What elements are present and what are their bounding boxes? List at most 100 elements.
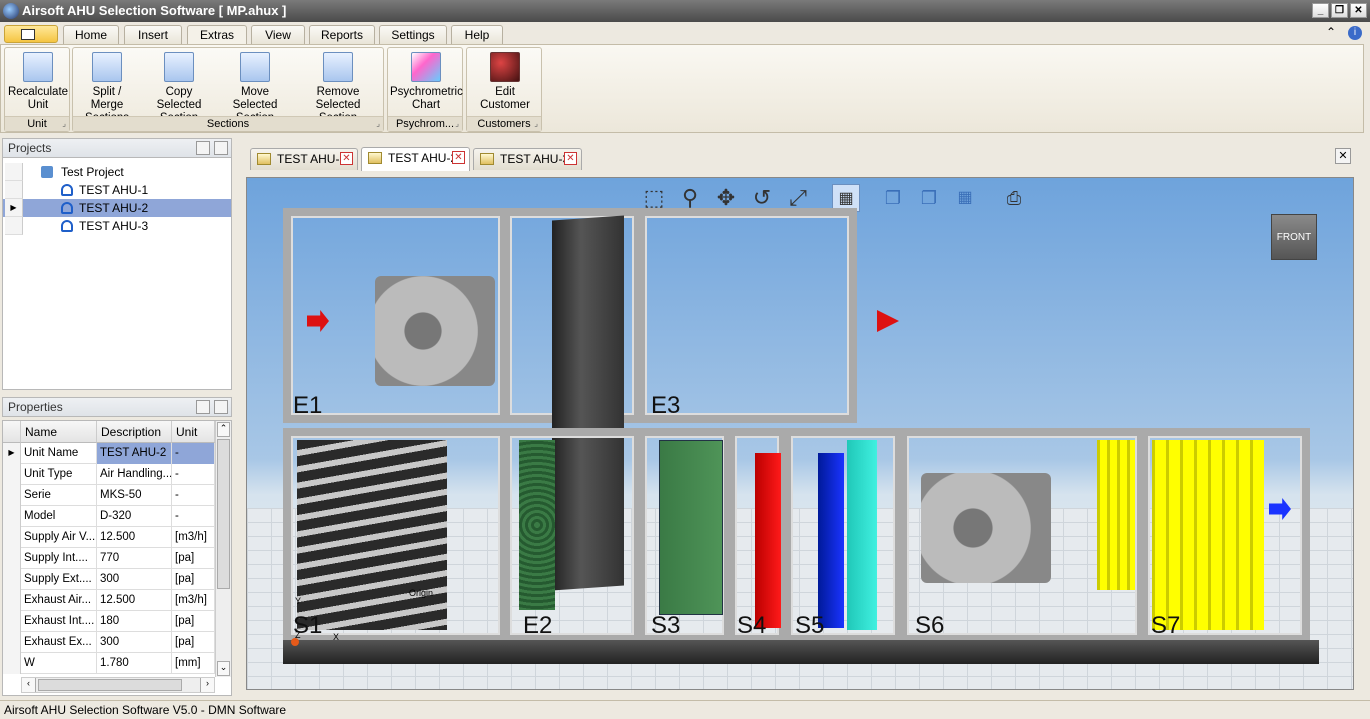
property-row[interactable]: ▶ Unit Name TEST AHU-2-	[3, 443, 215, 464]
property-name: Exhaust Air...	[21, 590, 97, 611]
tree-item-ahu-1[interactable]: TEST AHU-1	[3, 181, 231, 199]
ribbon-tab-bar: Home Insert Extras View Reports Settings…	[0, 22, 1370, 46]
copy-selected-section-button[interactable]: Copy Selected Section	[143, 50, 215, 124]
property-row[interactable]: Exhaust Ex... 300 [pa]	[3, 632, 215, 653]
maximize-button[interactable]: ❐	[1331, 3, 1348, 18]
property-unit: [mm]	[172, 653, 215, 674]
property-value[interactable]: MKS-50	[97, 485, 172, 506]
panel-maximize-icon[interactable]	[196, 141, 210, 155]
property-value[interactable]: 180	[97, 611, 172, 632]
tab-extras[interactable]: Extras	[187, 25, 247, 46]
property-name: Supply Air V...	[21, 527, 97, 548]
close-tab-icon[interactable]: ✕	[564, 152, 577, 165]
section-e3[interactable]	[637, 208, 857, 423]
panel-pin-icon[interactable]	[214, 400, 228, 414]
remove-selected-section-button[interactable]: Remove Selected Section	[295, 50, 381, 124]
property-row[interactable]: Exhaust Air... 12.500 [m3/h]	[3, 590, 215, 611]
copy-icon	[164, 52, 194, 82]
property-name: Exhaust Int....	[21, 611, 97, 632]
doc-tab-ahu-1[interactable]: TEST AHU-1 ✕	[250, 148, 358, 170]
axis-x-label: X	[333, 632, 340, 642]
airflow-arrow-icon	[877, 310, 899, 332]
property-name: Supply Ext....	[21, 569, 97, 590]
property-row[interactable]: Exhaust Int.... 180 [pa]	[3, 611, 215, 632]
doc-tab-ahu-3[interactable]: TEST AHU-3 ✕	[473, 148, 582, 170]
property-unit: -	[172, 443, 215, 464]
close-tab-icon[interactable]: ✕	[340, 152, 353, 165]
panel-maximize-icon[interactable]	[196, 400, 210, 414]
properties-horizontal-scrollbar[interactable]: ‹ ›	[21, 677, 215, 693]
property-value[interactable]: Air Handling...	[97, 464, 172, 485]
recalculate-unit-button[interactable]: Recalculate Unit	[7, 50, 69, 116]
recalculate-label: Recalculate	[7, 86, 69, 98]
axis-y-label: Y	[295, 596, 302, 606]
doc-tab-ahu-2[interactable]: TEST AHU-2 ✕	[361, 147, 470, 171]
property-value[interactable]: 770	[97, 548, 172, 569]
properties-vertical-scrollbar[interactable]: ⌃ ⌄	[215, 421, 231, 677]
tab-help[interactable]: Help	[451, 25, 503, 45]
collapse-ribbon-icon[interactable]: ⌃	[1326, 25, 1336, 39]
unit-group: Recalculate Unit Unit ⌟	[4, 47, 70, 132]
edit-customer-button[interactable]: Edit Customer	[469, 50, 541, 116]
tree-item-root[interactable]: Test Project	[3, 163, 231, 181]
unit-group-label: Unit ⌟	[5, 116, 69, 131]
property-unit: -	[172, 464, 215, 485]
tab-settings[interactable]: Settings	[379, 25, 447, 45]
property-value[interactable]: 1.780	[97, 653, 172, 674]
property-value[interactable]: 12.500	[97, 527, 172, 548]
projects-title: Projects	[8, 141, 52, 155]
panel-pin-icon[interactable]	[214, 141, 228, 155]
tab-reports[interactable]: Reports	[309, 25, 375, 45]
property-value[interactable]: TEST AHU-2	[97, 443, 172, 464]
eliminator	[847, 440, 877, 630]
tab-insert[interactable]: Insert	[124, 25, 182, 45]
close-tab-icon[interactable]: ✕	[452, 151, 465, 164]
app-logo-icon	[3, 3, 19, 19]
tab-home[interactable]: Home	[63, 25, 119, 45]
col-description-header[interactable]: Description	[97, 421, 172, 443]
move-selected-section-button[interactable]: Move Selected Section	[218, 50, 292, 124]
property-name: Unit Type	[21, 464, 97, 485]
property-value[interactable]: D-320	[97, 506, 172, 527]
network-icon	[41, 166, 53, 178]
property-row[interactable]: Model D-320-	[3, 506, 215, 527]
close-all-documents-icon[interactable]: ✕	[1335, 148, 1351, 164]
view-cube[interactable]: FRONT	[1271, 214, 1317, 260]
psychrometric-chart-button[interactable]: Psychrometric Chart	[390, 50, 463, 116]
copy-section-icon[interactable]: ❐	[879, 184, 907, 212]
application-menu-button[interactable]	[4, 25, 58, 43]
property-name: Supply Int....	[21, 548, 97, 569]
property-row[interactable]: W 1.780 [mm]	[3, 653, 215, 674]
property-value[interactable]: 300	[97, 569, 172, 590]
property-row[interactable]: Supply Ext.... 300 [pa]	[3, 569, 215, 590]
silencer-2	[1152, 440, 1264, 630]
property-row[interactable]: Supply Air V... 12.500 [m3/h]	[3, 527, 215, 548]
tree-item-ahu-3[interactable]: TEST AHU-3	[3, 217, 231, 235]
minimize-button[interactable]: _	[1312, 3, 1329, 18]
remove-section-icon[interactable]: ▦	[951, 184, 979, 212]
base-frame	[283, 640, 1319, 664]
property-value[interactable]: 12.500	[97, 590, 172, 611]
tab-view[interactable]: View	[251, 25, 305, 45]
customers-group: Edit Customer Customers ⌟	[466, 47, 542, 132]
info-icon[interactable]: i	[1348, 26, 1362, 40]
close-button[interactable]: ✕	[1350, 3, 1367, 18]
recalculate-label-2: Unit	[27, 99, 49, 111]
property-value[interactable]: 300	[97, 632, 172, 653]
label-s5: S5	[795, 612, 825, 639]
grid-split-icon	[92, 52, 122, 82]
print-icon[interactable]: ⎙	[1000, 184, 1028, 212]
property-row[interactable]: Supply Int.... 770 [pa]	[3, 548, 215, 569]
split-merge-sections-button[interactable]: Split / Merge Sections	[75, 50, 139, 124]
property-unit: [m3/h]	[172, 527, 215, 548]
property-row[interactable]: Serie MKS-50-	[3, 485, 215, 506]
cooling-coil	[818, 453, 844, 628]
ribbon: Recalculate Unit Unit⌟ Split / Merge Sec…	[0, 44, 1364, 133]
move-section-icon[interactable]: ❐	[915, 184, 943, 212]
col-unit-header[interactable]: Unit	[172, 421, 215, 443]
col-name-header[interactable]: Name	[21, 421, 97, 443]
property-row[interactable]: Unit Type Air Handling... -	[3, 464, 215, 485]
ahu-3d-viewer[interactable]: ⬚ ⚲ ✥ ↺ ⤢ ▦ ❐ ❐ ▦ ⎙ FRONT E1 E3 S1 E2 S3…	[246, 177, 1354, 690]
app-menu-icon	[21, 29, 35, 40]
tree-item-ahu-2[interactable]: ▶ TEST AHU-2	[3, 199, 231, 217]
